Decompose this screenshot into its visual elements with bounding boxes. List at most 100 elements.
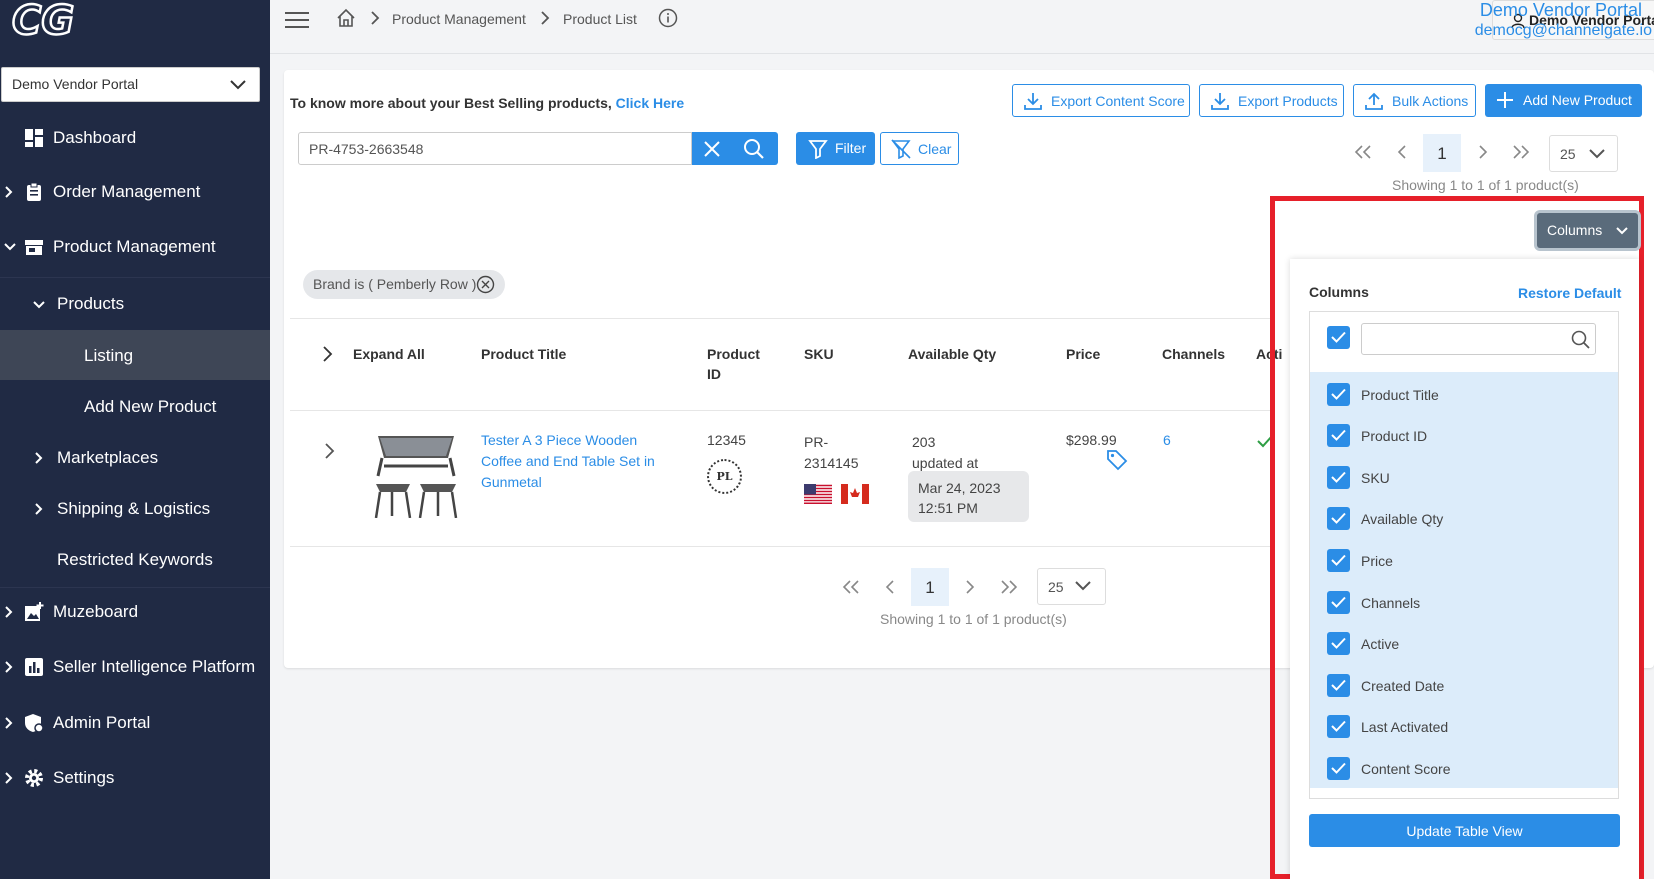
column-checkbox[interactable] xyxy=(1327,383,1350,406)
next-page-icon[interactable] xyxy=(1478,145,1488,159)
prev-page-icon[interactable] xyxy=(885,580,895,594)
plus-icon xyxy=(1497,92,1513,108)
next-page-icon[interactable] xyxy=(965,580,975,594)
sidebar-item-label: Admin Portal xyxy=(53,713,151,732)
header-product-title[interactable]: Product Title xyxy=(481,346,566,362)
sidebar: CG Demo Vendor Portal Dashboard Order Ma… xyxy=(0,0,270,879)
sidebar-item-label: Restricted Keywords xyxy=(57,550,213,569)
breadcrumb-product-list[interactable]: Product List xyxy=(563,11,637,27)
column-checkbox[interactable] xyxy=(1327,507,1350,530)
column-checkbox[interactable] xyxy=(1327,466,1350,489)
home-icon[interactable] xyxy=(336,8,356,28)
sidebar-item-shipping-logistics[interactable]: Shipping & Logistics xyxy=(0,499,270,523)
expand-row-icon[interactable] xyxy=(324,442,336,460)
column-checkbox[interactable] xyxy=(1327,549,1350,572)
header-price[interactable]: Price xyxy=(1066,346,1100,362)
header-channels[interactable]: Channels xyxy=(1162,346,1225,362)
cg-logo[interactable]: CG xyxy=(12,0,102,40)
header-product-id[interactable]: Product ID xyxy=(707,344,767,384)
clear-label: Clear xyxy=(918,141,952,157)
export-content-score-button[interactable]: Export Content Score xyxy=(1012,84,1190,117)
column-checkbox[interactable] xyxy=(1327,757,1350,780)
header-sku[interactable]: SKU xyxy=(804,346,834,362)
bulk-actions-button[interactable]: Bulk Actions xyxy=(1353,84,1476,117)
column-option-label: Channels xyxy=(1361,595,1421,611)
column-checkbox[interactable] xyxy=(1327,632,1350,655)
filter-icon xyxy=(808,140,828,159)
column-checkbox[interactable] xyxy=(1327,715,1350,738)
prev-page-icon[interactable] xyxy=(1397,145,1407,159)
sidebar-item-listing[interactable]: Listing xyxy=(0,330,270,380)
sidebar-item-products[interactable]: Products xyxy=(0,294,270,318)
sidebar-item-admin-portal[interactable]: Admin Portal xyxy=(0,713,270,737)
select-all-checkbox[interactable] xyxy=(1327,326,1350,349)
page-number[interactable]: 1 xyxy=(911,568,949,606)
expand-all-icon[interactable] xyxy=(322,345,334,363)
best-selling-link[interactable]: Click Here xyxy=(616,95,684,111)
columns-search-input[interactable] xyxy=(1361,323,1596,355)
add-new-product-button[interactable]: Add New Product xyxy=(1485,84,1642,117)
header-available-qty[interactable]: Available Qty xyxy=(908,346,996,362)
checkmark-icon xyxy=(1331,388,1346,400)
chevron-down-icon xyxy=(230,80,246,90)
filter-button[interactable]: Filter xyxy=(796,132,875,165)
sidebar-item-add-new-product[interactable]: Add New Product xyxy=(0,397,270,421)
search-clear-button[interactable] xyxy=(692,132,730,165)
sidebar-item-label: Listing xyxy=(84,346,134,365)
clear-filter-button[interactable]: Clear xyxy=(880,132,959,165)
sidebar-item-product-management[interactable]: Product Management xyxy=(0,237,270,261)
product-title-link[interactable]: Tester A 3 Piece Wooden Coffee and End T… xyxy=(481,430,666,493)
chevron-down-icon xyxy=(33,301,45,309)
filter-chip-label: Brand is ( Pemberly Row ) xyxy=(313,276,477,292)
column-option-label: Price xyxy=(1361,553,1393,569)
page-size-value: 25 xyxy=(1560,146,1576,162)
breadcrumb-product-management[interactable]: Product Management xyxy=(392,11,526,27)
private-label-badge: PL xyxy=(707,459,742,494)
canada-flag-icon xyxy=(841,484,869,504)
restore-default-link[interactable]: Restore Default xyxy=(1518,285,1621,301)
sidebar-item-marketplaces[interactable]: Marketplaces xyxy=(0,448,270,472)
price-tag-icon[interactable] xyxy=(1106,449,1128,471)
account-select[interactable]: Demo Vendor Portal xyxy=(1,67,260,102)
page-number[interactable]: 1 xyxy=(1423,134,1461,172)
hamburger-menu-icon[interactable] xyxy=(284,10,310,30)
add-new-product-label: Add New Product xyxy=(1523,92,1632,108)
chevron-right-icon xyxy=(5,717,13,729)
sidebar-item-muzeboard[interactable]: Muzeboard xyxy=(0,602,270,626)
chevron-right-icon xyxy=(5,772,13,784)
search-button[interactable] xyxy=(730,132,778,165)
chevron-down-icon xyxy=(1075,581,1091,591)
remove-filter-icon[interactable] xyxy=(476,275,495,294)
product-thumbnail[interactable] xyxy=(372,428,460,518)
chevron-right-icon xyxy=(35,503,43,515)
export-products-button[interactable]: Export Products xyxy=(1199,84,1344,117)
sidebar-item-label: Seller Intelligence Platform xyxy=(53,657,256,676)
page-size-select[interactable]: 25 xyxy=(1037,568,1106,605)
best-selling-text: To know more about your Best Selling pro… xyxy=(290,95,612,111)
header-expand-all[interactable]: Expand All xyxy=(353,346,425,362)
sidebar-item-settings[interactable]: Settings xyxy=(0,768,270,792)
top-header: Product Management Product List Demo Ven… xyxy=(270,0,1654,54)
sidebar-item-dashboard[interactable]: Dashboard xyxy=(0,128,270,152)
channels-link[interactable]: 6 xyxy=(1163,432,1171,448)
column-checkbox[interactable] xyxy=(1327,424,1350,447)
first-page-icon[interactable] xyxy=(1354,145,1372,159)
column-option-label: Product ID xyxy=(1361,428,1428,444)
last-page-icon[interactable] xyxy=(1000,580,1018,594)
first-page-icon[interactable] xyxy=(842,580,860,594)
sidebar-item-restricted-keywords[interactable]: Restricted Keywords xyxy=(0,550,270,574)
columns-button[interactable]: Columns xyxy=(1537,213,1638,248)
page-size-select[interactable]: 25 xyxy=(1549,135,1618,172)
update-table-view-button[interactable]: Update Table View xyxy=(1309,814,1620,847)
last-page-icon[interactable] xyxy=(1512,145,1530,159)
column-checkbox[interactable] xyxy=(1327,674,1350,697)
divider xyxy=(0,277,270,278)
info-icon[interactable] xyxy=(658,8,678,28)
column-checkbox[interactable] xyxy=(1327,591,1350,614)
filter-clear-icon xyxy=(891,139,911,159)
checkmark-icon xyxy=(1331,596,1346,608)
sidebar-item-label: Products xyxy=(57,294,125,313)
sidebar-item-order-management[interactable]: Order Management xyxy=(0,182,270,206)
search-input[interactable]: PR-4753-2663548 xyxy=(298,132,692,165)
sidebar-item-seller-intelligence[interactable]: Seller Intelligence Platform xyxy=(0,657,270,681)
